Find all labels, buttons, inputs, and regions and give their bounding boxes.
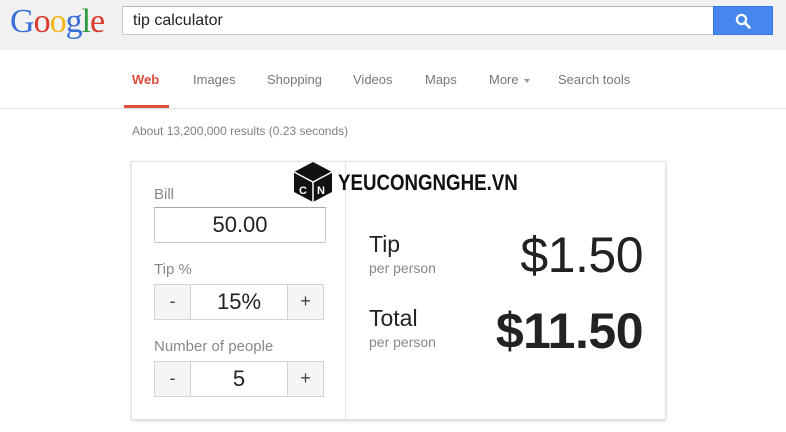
tip-result-sublabel: per person bbox=[369, 260, 436, 276]
result-stats: About 13,200,000 results (0.23 seconds) bbox=[132, 124, 349, 138]
active-tab-indicator bbox=[124, 105, 169, 108]
svg-text:C: C bbox=[299, 185, 307, 197]
bill-input[interactable]: 50.00 bbox=[154, 207, 326, 243]
top-bar: Google tip calculator bbox=[0, 0, 786, 50]
total-result-sublabel: per person bbox=[369, 334, 436, 350]
total-result-value: $11.50 bbox=[495, 303, 644, 359]
logo-letter: e bbox=[90, 3, 105, 40]
tab-maps[interactable]: Maps bbox=[425, 72, 457, 87]
logo-letter: G bbox=[10, 3, 35, 40]
tab-videos[interactable]: Videos bbox=[353, 72, 393, 87]
tip-result-label: Tip bbox=[369, 231, 401, 257]
tab-web[interactable]: Web bbox=[132, 72, 159, 87]
tip-result-value: $1.50 bbox=[520, 227, 643, 283]
tab-images[interactable]: Images bbox=[193, 72, 236, 87]
search-nav: Web Images Shopping Videos Maps More Sea… bbox=[0, 50, 786, 109]
tip-increase-button[interactable]: + bbox=[288, 285, 323, 319]
google-logo[interactable]: Google bbox=[10, 2, 105, 42]
tip-percent-stepper: - 15% + bbox=[154, 284, 324, 320]
logo-letter: o bbox=[49, 3, 67, 40]
chevron-down-icon bbox=[523, 78, 530, 83]
search-button[interactable] bbox=[713, 6, 773, 35]
logo-letter: l bbox=[81, 3, 92, 40]
tab-shopping[interactable]: Shopping bbox=[267, 72, 322, 87]
search-input[interactable]: tip calculator bbox=[122, 6, 714, 35]
svg-text:N: N bbox=[317, 185, 325, 197]
cube-logo-icon: C N bbox=[293, 162, 333, 202]
logo-letter: g bbox=[65, 3, 83, 40]
tab-more[interactable]: More bbox=[489, 72, 530, 87]
tip-percent-label: Tip % bbox=[154, 261, 192, 278]
tab-more-label: More bbox=[489, 72, 519, 87]
logo-letter: o bbox=[33, 3, 51, 40]
watermark: C N YEUCONGNGHE.VN bbox=[290, 160, 530, 204]
tip-percent-input[interactable]: 15% bbox=[190, 285, 288, 319]
people-increase-button[interactable]: + bbox=[288, 362, 323, 396]
people-stepper: - 5 + bbox=[154, 361, 324, 397]
people-input[interactable]: 5 bbox=[190, 362, 288, 396]
search-icon bbox=[735, 13, 751, 29]
watermark-text: YEUCONGNGHE.VN bbox=[338, 170, 518, 195]
people-label: Number of people bbox=[154, 338, 274, 355]
bill-label: Bill bbox=[154, 186, 175, 203]
total-result-label: Total bbox=[369, 305, 418, 331]
people-decrease-button[interactable]: - bbox=[155, 362, 190, 396]
tip-decrease-button[interactable]: - bbox=[155, 285, 190, 319]
tab-search-tools[interactable]: Search tools bbox=[558, 72, 630, 87]
